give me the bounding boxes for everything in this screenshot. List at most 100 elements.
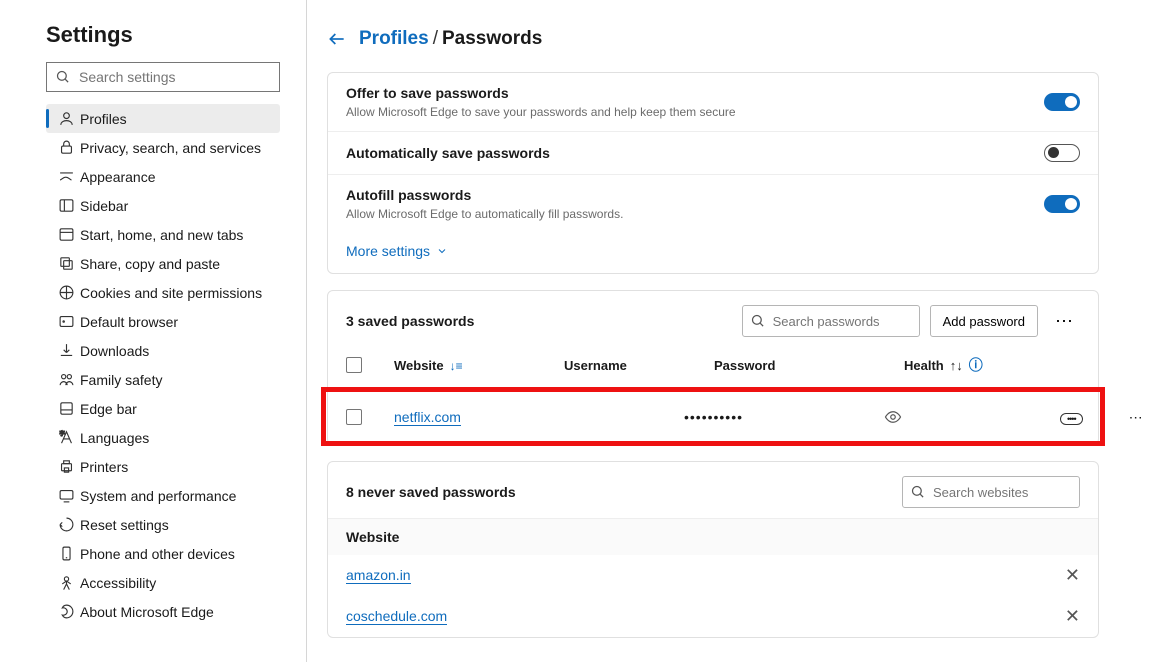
autofill-title: Autofill passwords (346, 187, 623, 203)
saved-passwords-card: 3 saved passwords Add password ⋯ Website… (327, 290, 1099, 445)
sidebar-item-label: Cookies and site permissions (80, 285, 262, 301)
passwords-more-button[interactable]: ⋯ (1048, 311, 1080, 332)
remove-never-saved-button[interactable]: ✕ (1065, 606, 1080, 627)
main-content: Profiles/Passwords Offer to save passwor… (307, 0, 1159, 662)
add-password-button[interactable]: Add password (930, 305, 1038, 337)
sidebar-item-label: About Microsoft Edge (80, 604, 214, 620)
sidebar-item-label: Share, copy and paste (80, 256, 220, 272)
nav-icon (58, 139, 80, 156)
sidebar-item-label: Reset settings (80, 517, 169, 533)
sidebar-item-sidebar[interactable]: Sidebar (46, 191, 280, 220)
sidebar-item-label: Sidebar (80, 198, 128, 214)
col-username[interactable]: Username (564, 358, 714, 373)
col-website[interactable]: Website↓≡ (394, 358, 564, 373)
passwords-search-input[interactable] (742, 305, 920, 337)
auto-save-title: Automatically save passwords (346, 145, 550, 161)
more-settings-link[interactable]: More settings (328, 233, 1098, 273)
auto-save-toggle[interactable] (1044, 144, 1080, 162)
search-settings-input[interactable] (46, 62, 280, 92)
offer-save-title: Offer to save passwords (346, 85, 736, 101)
site-link[interactable]: netflix.com (394, 409, 461, 426)
sidebar-item-label: Profiles (80, 111, 127, 127)
sidebar-item-label: Edge bar (80, 401, 137, 417)
breadcrumb-parent[interactable]: Profiles (359, 28, 429, 49)
autofill-row: Autofill passwords Allow Microsoft Edge … (328, 175, 1098, 233)
breadcrumb-row: Profiles/Passwords (327, 28, 1099, 50)
offer-save-desc: Allow Microsoft Edge to save your passwo… (346, 105, 736, 119)
auto-save-row: Automatically save passwords (328, 132, 1098, 175)
settings-nav: Profiles Privacy, search, and services App… (46, 104, 280, 626)
sidebar-item-label: Appearance (80, 169, 156, 185)
sidebar-item-reset-settings[interactable]: Reset settings (46, 510, 280, 539)
never-saved-search-box (902, 476, 1080, 508)
sidebar-item-about-microsoft-edge[interactable]: About Microsoft Edge (46, 597, 280, 626)
sidebar-item-edge-bar[interactable]: Edge bar (46, 394, 280, 423)
breadcrumb: Profiles/Passwords (359, 28, 542, 50)
remove-never-saved-button[interactable]: ✕ (1065, 565, 1080, 586)
sidebar-item-phone-and-other-devices[interactable]: Phone and other devices (46, 539, 280, 568)
sidebar-item-profiles[interactable]: Profiles (46, 104, 280, 133)
never-saved-card: 8 never saved passwords Website amazon.i… (327, 461, 1099, 638)
chevron-down-icon (436, 245, 448, 257)
sidebar-item-languages[interactable]: 字Languages (46, 423, 280, 452)
sidebar-item-appearance[interactable]: Appearance (46, 162, 280, 191)
col-password[interactable]: Password (714, 358, 904, 373)
search-icon (750, 313, 765, 328)
more-settings-label: More settings (346, 243, 430, 259)
settings-title: Settings (46, 22, 280, 48)
sidebar-item-family-safety[interactable]: Family safety (46, 365, 280, 394)
search-icon (55, 69, 70, 84)
never-saved-count: 8 never saved passwords (346, 484, 516, 500)
saved-passwords-count: 3 saved passwords (346, 313, 474, 329)
row-more-button[interactable]: ⋯ (1129, 409, 1143, 425)
info-icon[interactable]: ⓘ (969, 357, 983, 373)
sidebar-item-label: Languages (80, 430, 149, 446)
passwords-columns: Website↓≡ Username Password Health↑↓ⓘ (328, 345, 1098, 389)
site-link[interactable]: coschedule.com (346, 608, 447, 625)
nav-icon (58, 313, 80, 330)
nav-icon (58, 371, 80, 388)
sidebar-item-default-browser[interactable]: Default browser (46, 307, 280, 336)
sidebar-item-label: Family safety (80, 372, 162, 388)
sidebar-item-privacy-search-and-services[interactable]: Privacy, search, and services (46, 133, 280, 162)
offer-save-row: Offer to save passwords Allow Microsoft … (328, 73, 1098, 132)
settings-sidebar: Settings Profiles Privacy, search, and se… (0, 0, 307, 662)
sidebar-item-downloads[interactable]: Downloads (46, 336, 280, 365)
sidebar-item-label: Phone and other devices (80, 546, 235, 562)
never-saved-search-input[interactable] (902, 476, 1080, 508)
nav-icon (58, 168, 80, 185)
nav-icon (58, 342, 80, 359)
sidebar-item-label: System and performance (80, 488, 236, 504)
sort-icon: ↓≡ (450, 359, 463, 373)
site-link[interactable]: amazon.in (346, 567, 411, 584)
nav-icon: 字 (58, 429, 80, 446)
back-icon[interactable] (327, 29, 347, 49)
nav-icon (58, 458, 80, 475)
offer-save-toggle[interactable] (1044, 93, 1080, 111)
saved-passwords-header: 3 saved passwords Add password ⋯ (328, 291, 1098, 345)
sidebar-item-label: Downloads (80, 343, 149, 359)
nav-icon (58, 545, 80, 562)
nav-icon (58, 603, 80, 620)
sidebar-item-start-home-and-new-tabs[interactable]: Start, home, and new tabs (46, 220, 280, 249)
nav-icon (58, 574, 80, 591)
nav-icon (58, 197, 80, 214)
never-saved-row: amazon.in ✕ (328, 555, 1098, 596)
nav-icon (58, 226, 80, 243)
search-icon (910, 484, 925, 499)
nav-icon (58, 400, 80, 417)
nav-icon (58, 110, 80, 127)
sidebar-item-cookies-and-site-permissions[interactable]: Cookies and site permissions (46, 278, 280, 307)
sidebar-item-system-and-performance[interactable]: System and performance (46, 481, 280, 510)
reveal-password-icon[interactable] (884, 408, 1040, 426)
autofill-desc: Allow Microsoft Edge to automatically fi… (346, 207, 623, 221)
row-checkbox[interactable] (346, 409, 362, 425)
autofill-toggle[interactable] (1044, 195, 1080, 213)
sidebar-item-accessibility[interactable]: Accessibility (46, 568, 280, 597)
sidebar-item-label: Privacy, search, and services (80, 140, 261, 156)
col-health[interactable]: Health↑↓ⓘ (904, 355, 1104, 375)
sidebar-item-label: Accessibility (80, 575, 156, 591)
sidebar-item-share-copy-and-paste[interactable]: Share, copy and paste (46, 249, 280, 278)
sidebar-item-printers[interactable]: Printers (46, 452, 280, 481)
select-all-checkbox[interactable] (346, 357, 362, 373)
